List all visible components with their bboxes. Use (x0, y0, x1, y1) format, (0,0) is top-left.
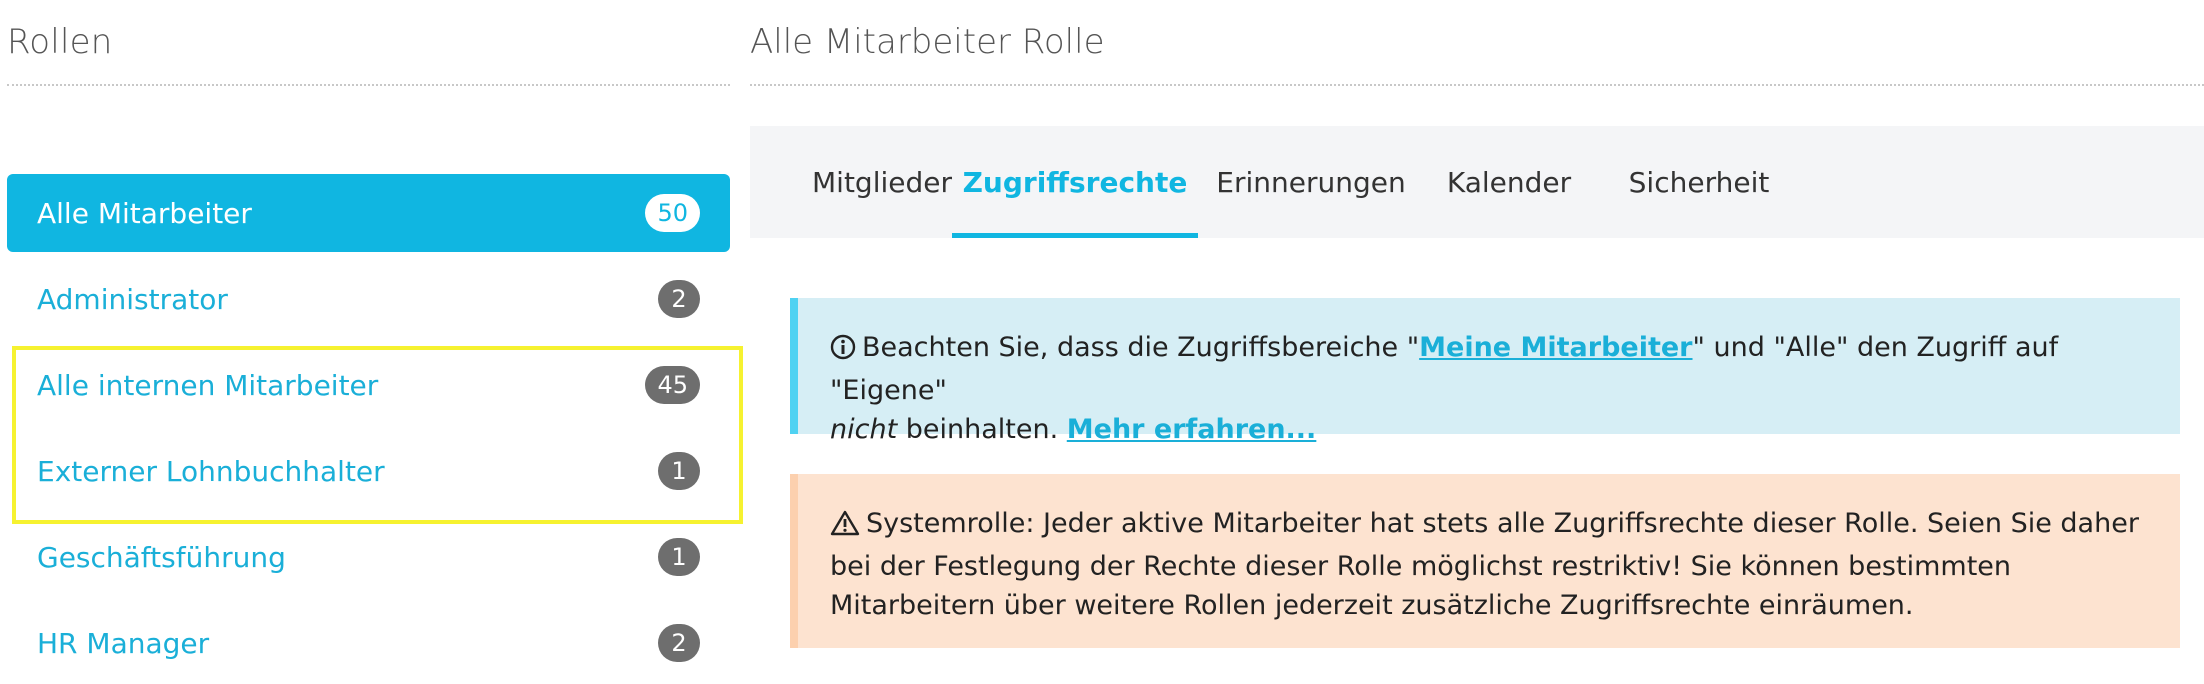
role-detail-panel: Alle Mitarbeiter Rolle Mitglieder Zugrif… (750, 0, 2204, 684)
tab-mitglieder[interactable]: Mitglieder (796, 126, 968, 238)
member-count-badge: 2 (658, 624, 700, 662)
role-list: Alle Mitarbeiter 50 Administrator 2 Alle… (7, 174, 730, 684)
role-item-hr-manager[interactable]: HR Manager 2 (7, 604, 730, 682)
info-alert: Beachten Sie, dass die Zugriffsbereiche … (790, 298, 2180, 445)
role-item-geschaeftsfuehrung[interactable]: Geschäftsführung 1 (7, 518, 730, 596)
role-item-alle-internen-mitarbeiter[interactable]: Alle internen Mitarbeiter 45 (7, 346, 730, 424)
role-label: Geschäftsführung (37, 540, 286, 574)
role-detail-title: Alle Mitarbeiter Rolle (750, 22, 1105, 62)
role-item-alle-mitarbeiter[interactable]: Alle Mitarbeiter 50 (7, 174, 730, 252)
warning-text: Systemrolle: Jeder aktive Mitarbeiter ha… (830, 508, 2139, 621)
member-count-badge: 1 (658, 452, 700, 490)
tab-sicherheit[interactable]: Sicherheit (1614, 126, 1784, 238)
role-label: HR Manager (37, 626, 210, 660)
tab-zugriffsrechte[interactable]: Zugriffsrechte (952, 126, 1198, 238)
member-count-badge: 50 (645, 194, 700, 232)
role-label: Alle internen Mitarbeiter (37, 368, 379, 402)
info-text-part: Beachten Sie, dass die Zugriffsbereiche … (862, 332, 1420, 363)
role-item-externer-lohnbuchhalter[interactable]: Externer Lohnbuchhalter 1 (7, 432, 730, 510)
roles-divider (7, 84, 730, 86)
info-text-emphasis: nicht (830, 414, 898, 445)
roles-panel: Rollen Alle Mitarbeiter 50 Administrator… (7, 0, 730, 684)
warning-icon (830, 508, 860, 547)
tab-erinnerungen[interactable]: Erinnerungen (1216, 126, 1405, 238)
role-label: Externer Lohnbuchhalter (37, 454, 385, 488)
roles-title: Rollen (7, 22, 113, 62)
role-label: Alle Mitarbeiter (37, 196, 252, 230)
member-count-badge: 2 (658, 280, 700, 318)
tab-kalender[interactable]: Kalender (1434, 126, 1584, 238)
meine-mitarbeiter-link[interactable]: Meine Mitarbeiter (1419, 332, 1692, 363)
member-count-badge: 1 (658, 538, 700, 576)
role-label: Administrator (37, 282, 228, 316)
warning-alert: Systemrolle: Jeder aktive Mitarbeiter ha… (790, 474, 2180, 648)
info-text-part: beinhalten. (897, 414, 1067, 445)
info-icon (830, 332, 856, 371)
tab-bar: Mitglieder Zugriffsrechte Erinnerungen K… (750, 126, 2204, 238)
role-detail-divider (750, 84, 2204, 86)
mehr-erfahren-link[interactable]: Mehr erfahren... (1067, 414, 1317, 445)
role-item-administrator[interactable]: Administrator 2 (7, 260, 730, 338)
member-count-badge: 45 (645, 366, 700, 404)
